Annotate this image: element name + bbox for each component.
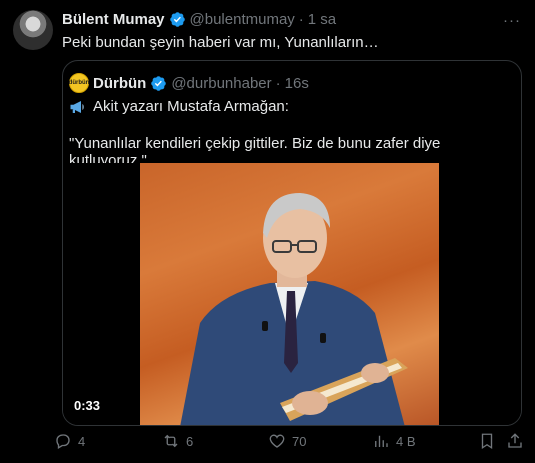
like-count: 70 [292, 433, 307, 449]
quoted-author-handle[interactable]: @durbunhaber [171, 75, 271, 92]
repost-icon [164, 434, 178, 448]
bookmark-icon [481, 433, 493, 450]
video-still-image [180, 193, 408, 425]
verified-badge-icon [169, 12, 185, 27]
like-button[interactable]: 70 [268, 432, 306, 450]
separator-dot: · [298, 11, 304, 28]
video-frame[interactable] [140, 163, 439, 425]
action-bar: 4 6 70 4 B [54, 432, 528, 454]
tweet-text: Peki bundan şeyin haberi var mı, Yunanlı… [62, 34, 379, 51]
share-icon [508, 433, 522, 448]
megaphone-icon [70, 100, 84, 113]
bookmark-button[interactable] [478, 432, 496, 450]
reply-icon [56, 434, 70, 449]
quoted-avatar[interactable]: dürbün [69, 73, 89, 93]
author-name[interactable]: Bülent Mumay [62, 11, 165, 28]
quoted-line1: Akit yazarı Mustafa Armağan: [93, 98, 289, 115]
quoted-tweet[interactable]: dürbün Dürbün @durbunhaber · 16s Akit ya… [62, 60, 522, 426]
separator-dot: · [275, 74, 281, 92]
avatar[interactable] [13, 10, 53, 50]
reply-button[interactable]: 4 [54, 432, 85, 450]
reply-count: 4 [78, 433, 86, 449]
timestamp[interactable]: 1 sa [308, 11, 336, 28]
repost-count: 6 [186, 433, 194, 449]
tweet-header: Bülent Mumay @bulentmumay · 1 sa [62, 11, 495, 28]
author-handle[interactable]: @bulentmumay [190, 11, 295, 28]
heart-icon [269, 434, 285, 448]
quoted-author-name[interactable]: Dürbün [93, 75, 146, 92]
views-count: 4 B [396, 433, 416, 449]
quoted-header: dürbün Dürbün @durbunhaber · 16s [69, 73, 309, 93]
verified-badge-icon [151, 75, 167, 91]
quoted-timestamp[interactable]: 16s [285, 75, 309, 92]
quoted-avatar-logo-text: dürbün [68, 80, 90, 86]
quoted-text-line: Akit yazarı Mustafa Armağan: [69, 98, 289, 115]
video-duration: 0:33 [74, 398, 101, 413]
views-chart-icon [375, 435, 388, 447]
repost-button[interactable]: 6 [162, 432, 193, 450]
video-player[interactable]: 0:33 [63, 163, 521, 425]
views-button[interactable]: 4 B [372, 432, 416, 450]
more-options-icon[interactable]: ··· [503, 12, 521, 29]
share-button[interactable] [506, 432, 524, 450]
